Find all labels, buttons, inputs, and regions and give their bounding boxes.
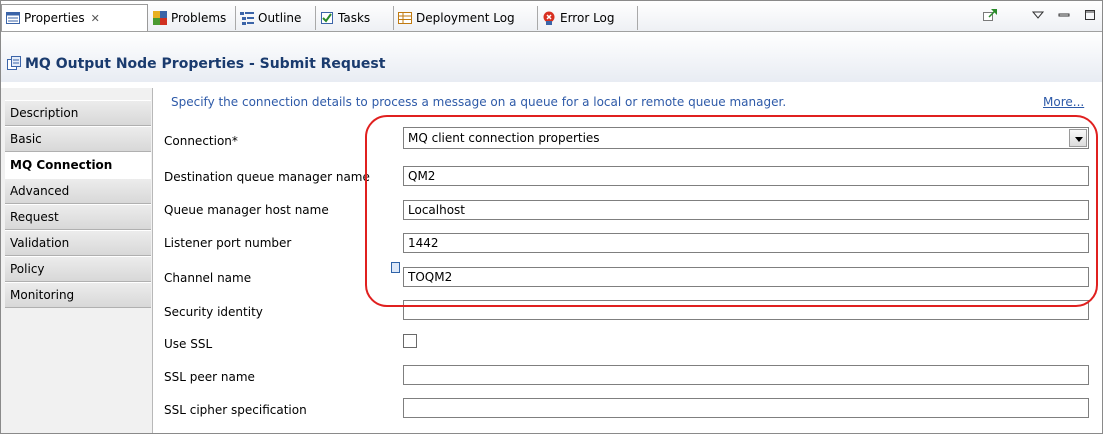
destination-queue-manager-label: Destination queue manager name [164, 170, 370, 184]
nav-item-validation[interactable]: Validation [5, 230, 151, 256]
nav-item-description[interactable]: Description [5, 100, 151, 126]
use-ssl-label: Use SSL [164, 337, 213, 351]
nav-item-label: Description [10, 106, 79, 120]
outline-icon [240, 11, 254, 25]
properties-view: Properties ✕ Problems Outline Tasks Depl… [0, 0, 1103, 434]
close-icon[interactable]: ✕ [91, 12, 100, 25]
tab-deployment-log[interactable]: Deployment Log [394, 6, 538, 30]
connection-selected-value: MQ client connection properties [408, 131, 600, 145]
dropdown-arrow-icon[interactable] [1069, 129, 1087, 147]
nav-item-request[interactable]: Request [5, 204, 151, 230]
property-tabs-nav: Description Basic MQ Connection Advanced… [1, 88, 153, 433]
view-toolbar [982, 4, 1096, 28]
problems-icon [153, 11, 167, 25]
nav-item-label: Policy [10, 262, 45, 276]
page-title: MQ Output Node Properties - Submit Reque… [25, 56, 386, 72]
tab-label: Properties [24, 11, 85, 25]
tab-tasks[interactable]: Tasks [316, 6, 394, 30]
tab-label: Tasks [338, 11, 371, 25]
nav-item-basic[interactable]: Basic [5, 126, 151, 152]
more-link[interactable]: More... [1043, 95, 1084, 109]
channel-name-label: Channel name [164, 271, 252, 285]
nav-item-label: Basic [10, 132, 42, 146]
maximize-icon[interactable] [1084, 9, 1096, 24]
tab-label: Deployment Log [416, 11, 515, 25]
nav-item-label: Advanced [10, 184, 70, 198]
tab-properties[interactable]: Properties ✕ [1, 4, 148, 31]
nav-item-label: MQ Connection [10, 158, 113, 172]
minimize-icon[interactable] [1058, 9, 1070, 23]
nav-item-label: Monitoring [10, 288, 75, 302]
connection-label: Connection* [164, 134, 238, 148]
info-decorator-icon [391, 262, 400, 273]
ssl-cipher-label: SSL cipher specification [164, 403, 307, 417]
tab-label: Outline [258, 11, 302, 25]
properties-icon [6, 11, 20, 25]
host-name-input[interactable] [403, 200, 1089, 220]
ssl-cipher-input[interactable] [403, 398, 1089, 418]
error-log-icon [542, 11, 556, 25]
channel-name-input[interactable] [403, 267, 1089, 287]
nav-item-label: Validation [10, 236, 70, 250]
security-identity-input[interactable] [403, 300, 1089, 320]
pin-editor-icon[interactable] [982, 8, 998, 25]
nav-item-advanced[interactable]: Advanced [5, 178, 151, 204]
ssl-peer-name-input[interactable] [403, 365, 1089, 385]
connection-select[interactable]: MQ client connection properties [403, 127, 1089, 149]
section-description: Specify the connection details to proces… [171, 95, 787, 109]
host-name-label: Queue manager host name [164, 203, 329, 217]
tasks-icon [320, 11, 334, 25]
listener-port-input[interactable] [403, 233, 1089, 253]
tab-problems[interactable]: Problems [149, 6, 236, 30]
node-properties-icon [7, 56, 21, 70]
view-menu-icon[interactable] [1031, 9, 1045, 23]
deployment-log-icon [398, 11, 412, 25]
tab-label: Problems [171, 11, 227, 25]
nav-item-mq-connection[interactable]: MQ Connection [5, 152, 151, 178]
destination-queue-manager-input[interactable] [403, 166, 1089, 186]
tab-label: Error Log [560, 11, 615, 25]
nav-item-monitoring[interactable]: Monitoring [5, 282, 151, 308]
ssl-peer-name-label: SSL peer name [164, 370, 255, 384]
tab-outline[interactable]: Outline [236, 6, 316, 30]
view-tab-bar: Properties ✕ Problems Outline Tasks Depl… [1, 1, 1102, 32]
use-ssl-checkbox[interactable] [403, 334, 417, 348]
nav-item-label: Request [10, 210, 59, 224]
security-identity-label: Security identity [164, 305, 263, 319]
listener-port-label: Listener port number [164, 236, 292, 250]
tab-error-log[interactable]: Error Log [538, 6, 638, 30]
nav-item-policy[interactable]: Policy [5, 256, 151, 282]
